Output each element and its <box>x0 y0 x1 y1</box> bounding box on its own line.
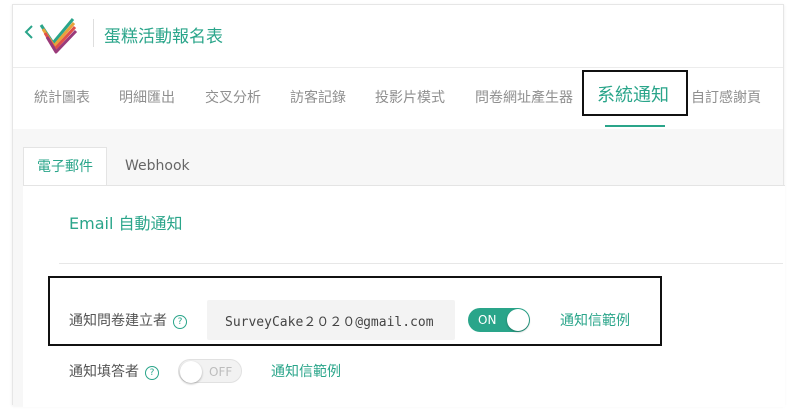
tab-slideshow[interactable]: 投影片模式 <box>375 87 445 107</box>
surveycake-logo-icon <box>39 18 78 54</box>
notify-respondent-label: 通知填答者 <box>69 364 139 380</box>
page-title: 蛋糕活動報名表 <box>104 27 223 47</box>
back-chevron-icon[interactable] <box>22 21 36 43</box>
subtab-webhook[interactable]: Webhook <box>125 147 190 185</box>
tab-statistics[interactable]: 統計圖表 <box>34 87 90 107</box>
toggle-off-label: OFF <box>209 365 233 379</box>
toggle-knob <box>180 361 202 383</box>
highlight-box-row <box>48 276 662 346</box>
section-divider <box>59 263 783 264</box>
content-area: 電子郵件 Webhook Email 自動通知 通知問卷建立者? SurveyC… <box>13 129 785 407</box>
tab-visitor-log[interactable]: 訪客記錄 <box>290 87 346 107</box>
section-title: Email 自動通知 <box>69 214 183 233</box>
notify-respondent-row: 通知填答者? <box>69 361 159 381</box>
respondent-sample-link[interactable]: 通知信範例 <box>271 361 341 381</box>
tab-cross-analysis[interactable]: 交叉分析 <box>205 87 261 107</box>
tab-url-generator[interactable]: 問卷網址產生器 <box>475 87 573 107</box>
notify-respondent-toggle[interactable]: OFF <box>178 359 242 383</box>
tab-export[interactable]: 明細匯出 <box>119 87 175 107</box>
subtab-email[interactable]: 電子郵件 <box>23 147 107 185</box>
sub-tabs: 電子郵件 Webhook <box>23 147 785 185</box>
tab-thank-you-page[interactable]: 自訂感謝頁 <box>691 87 761 107</box>
help-icon[interactable]: ? <box>145 366 159 380</box>
active-tab-indicator <box>605 125 665 127</box>
highlight-box-tab <box>582 70 688 116</box>
header: 蛋糕活動報名表 <box>13 5 783 68</box>
header-divider <box>93 19 94 47</box>
